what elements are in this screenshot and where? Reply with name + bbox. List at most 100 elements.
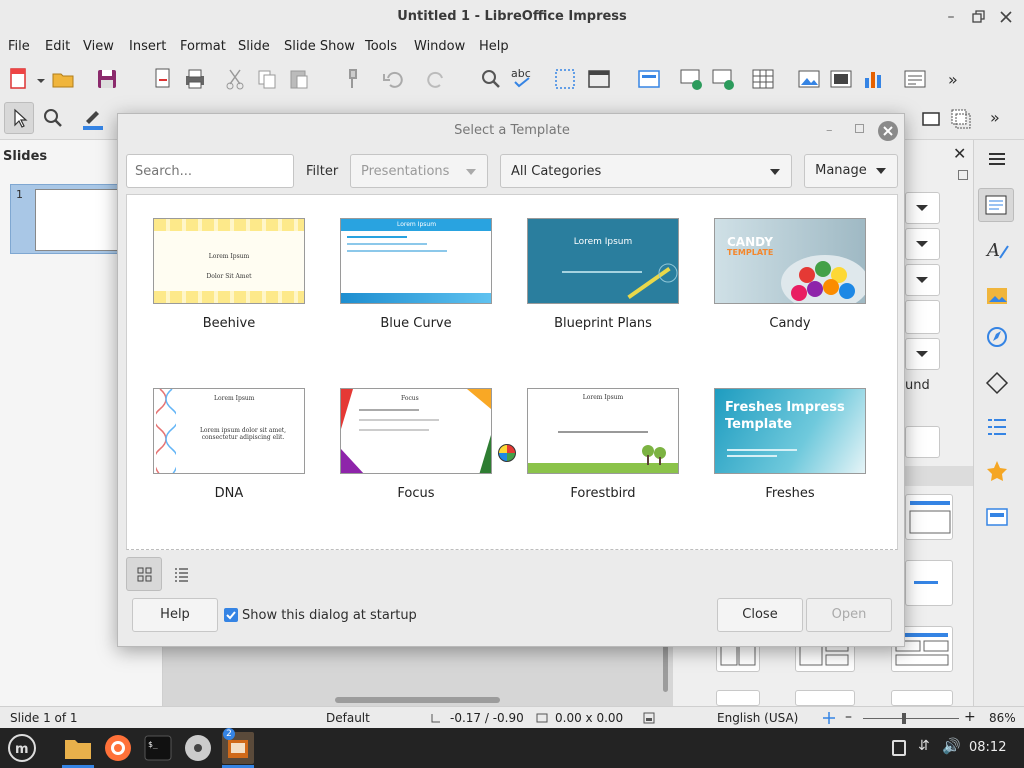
- maximize-button[interactable]: [969, 8, 987, 26]
- navigator-icon[interactable]: [984, 324, 1010, 350]
- menu-file[interactable]: File: [8, 39, 30, 54]
- start-current-slide-icon[interactable]: [710, 66, 736, 92]
- menu-view[interactable]: View: [83, 39, 114, 54]
- zoom-slider-handle[interactable]: [902, 713, 906, 724]
- language[interactable]: English (USA): [717, 711, 798, 725]
- menu-tools[interactable]: Tools: [365, 39, 397, 54]
- template-thumbnail[interactable]: CANDY TEMPLATE: [714, 218, 866, 304]
- more-overflow-icon[interactable]: »: [990, 108, 1000, 127]
- slide-transition-icon[interactable]: [984, 414, 1010, 440]
- template-item[interactable]: Lorem Ipsum Forestbird: [527, 388, 679, 501]
- zoom-level[interactable]: 86%: [989, 711, 1016, 725]
- more-overflow-icon[interactable]: »: [948, 70, 958, 89]
- menu-insert[interactable]: Insert: [129, 39, 166, 54]
- copy-icon[interactable]: [254, 66, 280, 92]
- files-icon[interactable]: [62, 732, 94, 764]
- close-button[interactable]: Close: [717, 598, 803, 632]
- sidebar-dropdown[interactable]: [905, 264, 940, 296]
- menu-format[interactable]: Format: [180, 39, 226, 54]
- minimize-button[interactable]: –: [942, 8, 960, 26]
- line-color-icon[interactable]: [80, 105, 106, 131]
- menu-slide-show[interactable]: Slide Show: [284, 39, 355, 54]
- template-item[interactable]: Freshes Impress Template Freshes: [714, 388, 866, 501]
- close-window-button[interactable]: [997, 8, 1015, 26]
- media-player-icon[interactable]: [182, 732, 214, 764]
- clipboard-icon[interactable]: [892, 740, 906, 756]
- close-sidebar-icon[interactable]: ✕: [953, 144, 966, 163]
- sidebar-field[interactable]: [905, 426, 940, 458]
- layout-thumb[interactable]: [795, 690, 855, 706]
- startup-checkbox-label[interactable]: Show this dialog at startup: [242, 608, 417, 623]
- print-icon[interactable]: [182, 66, 208, 92]
- menu-help[interactable]: Help: [479, 39, 509, 54]
- spelling-icon[interactable]: abc: [510, 64, 536, 90]
- table-icon[interactable]: [750, 66, 776, 92]
- template-item[interactable]: Focus Focus: [340, 388, 492, 501]
- layout-thumb[interactable]: [891, 690, 953, 706]
- template-item[interactable]: Lorem Ipsum Lorem ipsum dolor sit amet, …: [153, 388, 305, 501]
- undo-icon[interactable]: [380, 66, 406, 92]
- template-thumbnail[interactable]: Lorem Ipsum Dolor Sit Amet: [153, 218, 305, 304]
- template-item[interactable]: Lorem Ipsum Blue Curve: [340, 218, 492, 331]
- firefox-icon[interactable]: [102, 732, 134, 764]
- menu-slide[interactable]: Slide: [238, 39, 270, 54]
- template-thumbnail[interactable]: Lorem Ipsum: [340, 218, 492, 304]
- filter-select[interactable]: Presentations: [350, 154, 488, 188]
- animation-icon[interactable]: [984, 458, 1010, 484]
- sidebar-field[interactable]: [905, 300, 940, 334]
- clone-formatting-icon[interactable]: [340, 66, 366, 92]
- layout-thumb[interactable]: [905, 494, 953, 540]
- category-select[interactable]: All Categories: [500, 154, 792, 188]
- start-first-slide-icon[interactable]: [678, 66, 704, 92]
- chevron-down-icon[interactable]: [36, 76, 46, 86]
- save-icon[interactable]: [94, 66, 120, 92]
- paste-icon[interactable]: [286, 66, 312, 92]
- template-thumbnail[interactable]: Lorem Ipsum Lorem ipsum dolor sit amet, …: [153, 388, 305, 474]
- list-view-button[interactable]: [168, 561, 194, 587]
- display-views-icon[interactable]: [586, 66, 612, 92]
- menu-edit[interactable]: Edit: [45, 39, 70, 54]
- template-thumbnail[interactable]: Freshes Impress Template: [714, 388, 866, 474]
- sidebar-dropdown[interactable]: [905, 192, 940, 224]
- sidebar-dropdown[interactable]: [905, 338, 940, 370]
- open-button[interactable]: Open: [806, 598, 892, 632]
- slide-thumbnail-selection[interactable]: 1: [10, 184, 128, 254]
- rectangle-icon[interactable]: [918, 106, 944, 132]
- find-replace-icon[interactable]: [478, 66, 504, 92]
- terminal-icon[interactable]: $_: [142, 732, 174, 764]
- properties-tab[interactable]: [978, 188, 1014, 222]
- dialog-minimize-button[interactable]: –: [826, 123, 833, 138]
- mint-menu-icon[interactable]: m: [6, 732, 38, 764]
- clock[interactable]: 08:12: [969, 740, 1006, 755]
- template-item[interactable]: Lorem Ipsum Dolor Sit Amet Beehive: [153, 218, 305, 331]
- help-button[interactable]: Help: [132, 598, 218, 632]
- sidebar-dropdown[interactable]: [905, 228, 940, 260]
- vertical-scrollbar[interactable]: [663, 640, 668, 692]
- layout-thumb[interactable]: [716, 690, 760, 706]
- export-pdf-icon[interactable]: [150, 66, 176, 92]
- master-slides-icon[interactable]: [984, 504, 1010, 530]
- search-input[interactable]: [126, 154, 294, 188]
- dialog-maximize-button[interactable]: [855, 124, 864, 133]
- layout-thumb[interactable]: [905, 560, 953, 606]
- master-slide-icon[interactable]: [636, 66, 662, 92]
- slide-thumbnail[interactable]: [35, 189, 127, 251]
- shapes-icon[interactable]: [984, 370, 1010, 396]
- display-grid-icon[interactable]: [552, 66, 578, 92]
- menu-window[interactable]: Window: [414, 39, 465, 54]
- thumbnail-view-button[interactable]: [126, 557, 162, 591]
- startup-checkbox[interactable]: [224, 608, 238, 622]
- gallery-icon[interactable]: [984, 282, 1010, 308]
- shadow-icon[interactable]: [948, 106, 974, 132]
- template-thumbnail[interactable]: Focus: [340, 388, 492, 474]
- horizontal-scrollbar[interactable]: [335, 697, 500, 703]
- zoom-in-button[interactable]: +: [964, 709, 976, 725]
- styles-icon[interactable]: A: [984, 236, 1010, 262]
- template-item[interactable]: CANDY TEMPLATE Candy: [714, 218, 866, 331]
- redo-icon[interactable]: [424, 66, 450, 92]
- zoom-slider-track[interactable]: [863, 718, 959, 719]
- text-box-icon[interactable]: [902, 66, 928, 92]
- chart-icon[interactable]: [860, 66, 886, 92]
- open-folder-icon[interactable]: [50, 66, 76, 92]
- dialog-close-button[interactable]: [878, 121, 898, 141]
